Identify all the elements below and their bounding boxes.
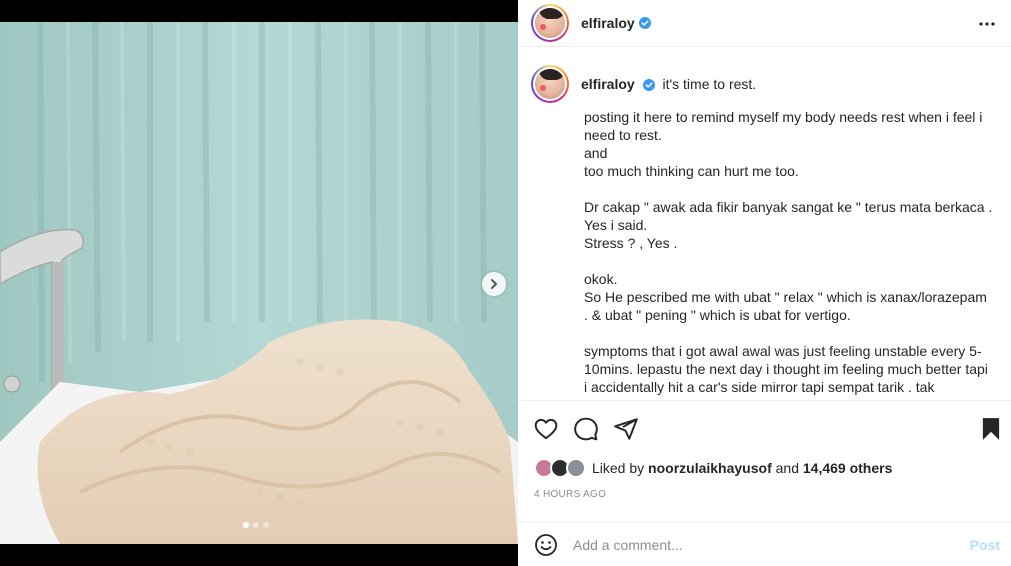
emoji-icon <box>535 533 557 556</box>
post-media-pane <box>0 0 518 566</box>
post-timestamp[interactable]: 4 HOURS AGO <box>534 489 606 500</box>
comment-button[interactable] <box>573 416 599 442</box>
save-button[interactable] <box>978 416 1004 442</box>
like-button[interactable] <box>533 416 559 442</box>
post-actions-bar <box>518 401 1011 455</box>
caption-author-username[interactable]: elfiraloy <box>581 76 635 92</box>
author-username[interactable]: elfiraloy <box>581 15 635 31</box>
post-photo <box>0 22 518 544</box>
liked-by-username[interactable]: noorzulaikhayusof <box>648 460 772 476</box>
liker-avatar[interactable] <box>566 458 586 478</box>
caption-paragraph: posting it here to remind myself my body… <box>584 109 983 179</box>
more-options-button[interactable] <box>977 14 997 34</box>
instagram-post-viewer: elfiraloy elfiraloy it's time to rest. p… <box>0 0 1011 566</box>
emoji-button[interactable] <box>534 533 558 557</box>
liker-avatars <box>534 457 588 479</box>
caption-paragraph: okok. So He pescribed me with ubat " rel… <box>584 271 987 323</box>
caption-section: elfiraloy it's time to rest. posting it … <box>518 48 1011 401</box>
post-details-panel: elfiraloy elfiraloy it's time to rest. p… <box>518 0 1011 566</box>
caption-first-line: it's time to rest. <box>662 76 757 92</box>
likes-text: Liked by noorzulaikhayusof and 14,469 ot… <box>592 460 893 476</box>
carousel-dot <box>253 522 259 528</box>
verified-badge-icon <box>642 79 655 92</box>
post-comment-button[interactable]: Post <box>970 537 1000 553</box>
caption-author-avatar[interactable] <box>531 65 569 103</box>
likes-summary: Liked by noorzulaikhayusof and 14,469 ot… <box>534 457 892 479</box>
heart-icon <box>534 418 558 440</box>
caption-text: posting it here to remind myself my body… <box>584 108 994 400</box>
verified-badge-icon <box>638 17 651 29</box>
share-button[interactable] <box>613 416 639 442</box>
caption-paragraph: Dr cakap " awak ada fikir banyak sangat … <box>584 199 993 251</box>
likes-count[interactable]: 14,469 others <box>803 460 893 476</box>
more-options-icon <box>979 22 995 26</box>
comment-bar: Post <box>518 522 1011 566</box>
author-avatar[interactable] <box>531 4 569 42</box>
comment-input[interactable] <box>573 536 970 553</box>
bookmark-icon <box>982 418 1000 440</box>
share-icon <box>614 418 638 440</box>
post-header: elfiraloy <box>518 0 1011 47</box>
carousel-dot-active <box>243 522 249 528</box>
comment-icon <box>574 417 598 441</box>
carousel-dot <box>263 522 269 528</box>
carousel-indicator <box>243 522 269 528</box>
carousel-next-button[interactable] <box>482 272 506 296</box>
chevron-right-icon <box>491 279 497 289</box>
caption-paragraph: symptoms that i got awal awal was just f… <box>584 343 988 395</box>
